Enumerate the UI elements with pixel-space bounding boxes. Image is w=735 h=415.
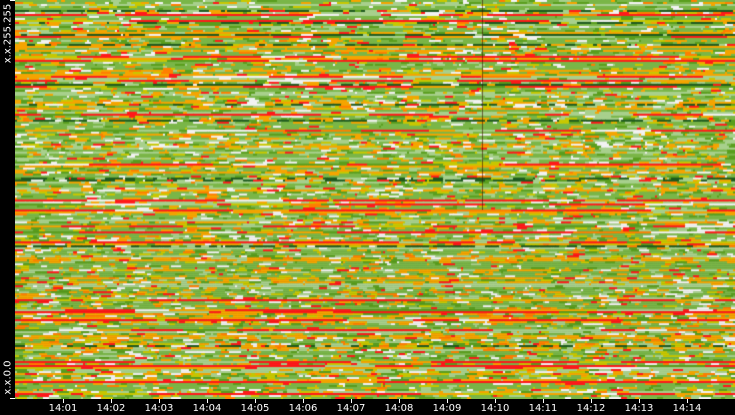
x-tick-label: 14:01 (48, 403, 78, 414)
x-tick-label: 14:11 (528, 403, 558, 414)
x-tick-label: 14:12 (576, 403, 606, 414)
x-tick-label: 14:02 (96, 403, 126, 414)
x-tick-label: 14:08 (384, 403, 414, 414)
x-tick-label: 14:04 (192, 403, 222, 414)
y-tick-label-top: x.x.255.255 (2, 3, 14, 64)
x-tick-label: 14:13 (624, 403, 654, 414)
x-tick-label: 14:06 (288, 403, 318, 414)
x-tick-label: 14:09 (432, 403, 462, 414)
heatmap-canvas (15, 0, 735, 399)
x-tick-label: 14:05 (240, 403, 270, 414)
x-tick-label: 14:14 (672, 403, 702, 414)
x-tick-label: 14:10 (480, 403, 510, 414)
y-tick-bottom (10, 398, 15, 399)
x-tick-label: 14:07 (336, 403, 366, 414)
y-tick-top (10, 0, 15, 1)
x-tick-label: 14:03 (144, 403, 174, 414)
